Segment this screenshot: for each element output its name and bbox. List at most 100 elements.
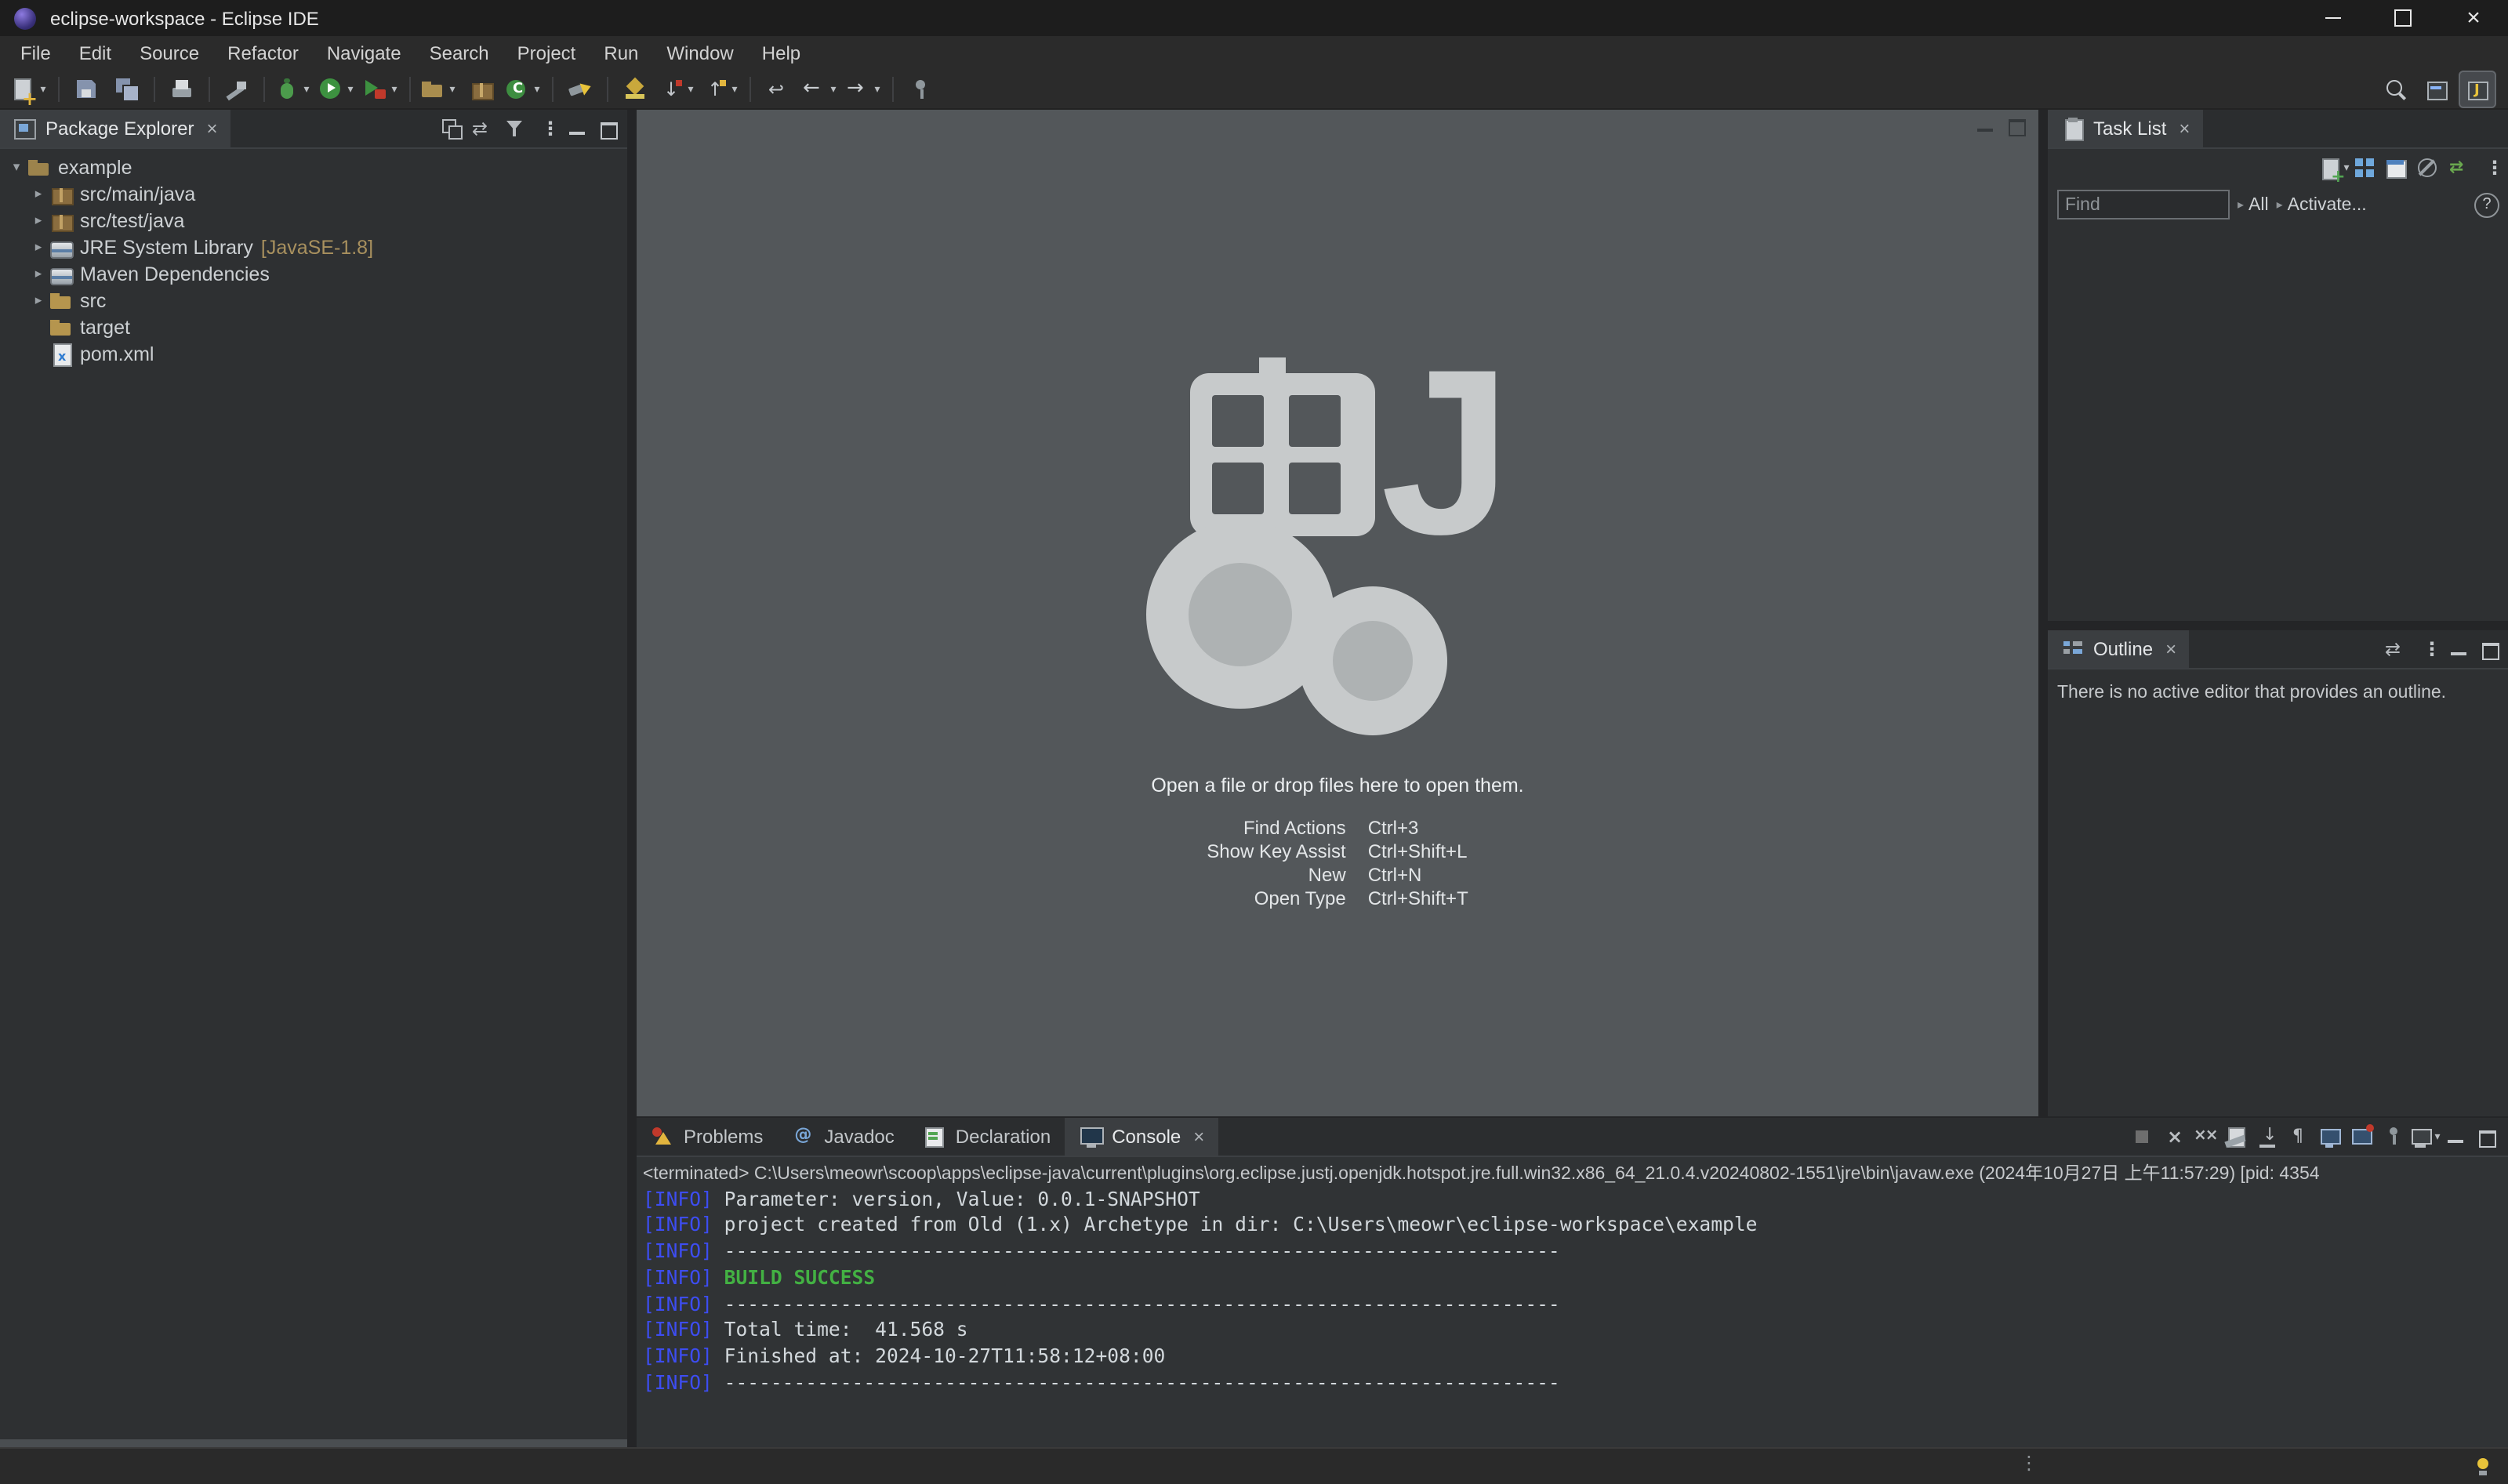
remove-all-terminated-button[interactable] (2189, 1120, 2220, 1152)
close-tab-icon[interactable]: × (1193, 1125, 1204, 1147)
menu-item-window[interactable]: Window (652, 36, 747, 69)
maximize-button[interactable] (2001, 110, 2032, 141)
horizontal-scrollbar[interactable] (0, 1439, 627, 1446)
previous-annotation-button[interactable]: ▾ (701, 70, 742, 107)
close-task-list-icon[interactable]: × (2179, 118, 2190, 140)
synchronize-button[interactable] (2443, 151, 2474, 183)
tab-console[interactable]: Console× (1065, 1117, 1218, 1155)
menu-item-refactor[interactable]: Refactor (213, 36, 313, 69)
new-java-package-button[interactable] (463, 70, 500, 107)
word-wrap-button[interactable] (2283, 1120, 2314, 1152)
clear-console-button[interactable] (2220, 1120, 2252, 1152)
menu-item-search[interactable]: Search (416, 36, 503, 69)
hide-completed-button[interactable] (2412, 151, 2443, 183)
right-horizontal-sash[interactable] (2048, 621, 2508, 630)
expander-icon[interactable]: ▸ (28, 234, 49, 260)
console-output[interactable]: [INFO] Parameter: version, Value: 0.0.1-… (637, 1186, 2508, 1446)
close-outline-icon[interactable]: × (2165, 638, 2176, 660)
package-explorer-tab[interactable]: Package Explorer × (0, 110, 230, 147)
link-with-editor-button[interactable] (2380, 633, 2412, 665)
link-with-editor-button[interactable] (467, 113, 499, 144)
tree-item-maven-dependencies[interactable]: ▸Maven Dependencies (0, 260, 627, 287)
menu-item-source[interactable]: Source (125, 36, 213, 69)
new-task-button[interactable]: ▾ (2317, 151, 2349, 183)
close-package-explorer-icon[interactable]: × (206, 118, 217, 140)
menu-item-run[interactable]: Run (590, 36, 652, 69)
save-button[interactable] (67, 70, 105, 107)
tree-item-src-main-java[interactable]: ▸src/main/java (0, 180, 627, 207)
minimize-button[interactable] (2440, 1120, 2471, 1152)
tab-declaration[interactable]: Declaration (909, 1117, 1065, 1155)
right-sash[interactable] (2038, 110, 2048, 1116)
menu-item-project[interactable]: Project (503, 36, 590, 69)
minimize-button[interactable] (561, 113, 593, 144)
expander-icon[interactable]: ▾ (6, 154, 27, 180)
notifications-button[interactable] (2466, 1450, 2498, 1482)
toggle-mark-occurrences-button[interactable] (616, 70, 654, 107)
maximize-button[interactable] (2471, 1120, 2503, 1152)
minimize-window-button[interactable] (2297, 0, 2368, 36)
show-stdout-button[interactable] (2314, 1120, 2346, 1152)
open-console-button[interactable]: ▾ (2408, 1120, 2440, 1152)
tree-item-example[interactable]: ▾example (0, 154, 627, 180)
terminate-button[interactable] (2126, 1120, 2158, 1152)
pin-editor-button[interactable] (902, 70, 939, 107)
collapse-all-button[interactable] (436, 113, 467, 144)
back-button[interactable]: ▾ (800, 70, 840, 107)
new-wizard-button[interactable]: ▾ (9, 70, 50, 107)
run-dropdown-icon[interactable]: ▾ (345, 82, 356, 95)
tree-item-target[interactable]: target (0, 314, 627, 340)
expander-icon[interactable]: ▸ (28, 260, 49, 287)
forward-dropdown-icon[interactable]: ▾ (872, 82, 883, 95)
java-perspective-button[interactable] (2459, 70, 2496, 107)
tree-item-src-test-java[interactable]: ▸src/test/java (0, 207, 627, 234)
new-java-class-dropdown-icon[interactable]: ▾ (532, 82, 543, 95)
tab-javadoc[interactable]: Javadoc (777, 1117, 908, 1155)
tree-item-jre-system-library[interactable]: ▸JRE System Library[JavaSE-1.8] (0, 234, 627, 260)
activate-control[interactable]: ▸ Activate... (2277, 195, 2367, 214)
save-all-button[interactable] (108, 70, 146, 107)
scroll-lock-button[interactable] (2252, 1120, 2283, 1152)
menu-item-file[interactable]: File (6, 36, 65, 69)
categorized-button[interactable] (2349, 151, 2380, 183)
minimize-button[interactable] (1969, 110, 2001, 141)
run-external-tools-button[interactable]: ▾ (361, 70, 401, 107)
print-button[interactable] (163, 70, 201, 107)
pin-console-button[interactable] (2377, 1120, 2408, 1152)
debug-button[interactable]: ▾ (273, 70, 314, 107)
view-menu-button[interactable] (2412, 633, 2443, 665)
expander-icon[interactable]: ▸ (28, 180, 49, 207)
focus-on-workweek-button[interactable] (2380, 151, 2412, 183)
search-button[interactable] (2377, 70, 2415, 107)
show-stderr-button[interactable] (2346, 1120, 2377, 1152)
new-wizard-dropdown-icon[interactable]: ▾ (38, 82, 49, 95)
outline-tab[interactable]: Outline × (2048, 630, 2189, 668)
minimize-button[interactable] (2443, 633, 2474, 665)
debug-dropdown-icon[interactable]: ▾ (301, 82, 312, 95)
next-annotation-dropdown-icon[interactable]: ▾ (685, 82, 696, 95)
expander-icon[interactable]: ▸ (28, 207, 49, 234)
run-external-tools-dropdown-icon[interactable]: ▾ (389, 82, 400, 95)
open-perspective-button[interactable] (2418, 70, 2455, 107)
filters-button[interactable] (499, 113, 530, 144)
maximize-button[interactable] (593, 113, 624, 144)
last-edit-location-button[interactable] (759, 70, 797, 107)
menu-item-navigate[interactable]: Navigate (313, 36, 416, 69)
search-flashlight-button[interactable] (561, 70, 599, 107)
maximize-button[interactable] (2474, 633, 2506, 665)
build-all-button[interactable] (218, 70, 256, 107)
remove-launch-button[interactable] (2158, 1120, 2189, 1152)
left-sash[interactable] (627, 110, 637, 1446)
menu-item-edit[interactable]: Edit (65, 36, 125, 69)
tree-item-src[interactable]: ▸src (0, 287, 627, 314)
run-button[interactable]: ▾ (317, 70, 358, 107)
forward-button[interactable]: ▾ (844, 70, 884, 107)
next-annotation-button[interactable]: ▾ (657, 70, 698, 107)
scope-all-control[interactable]: ▸ All (2238, 195, 2269, 214)
view-menu-button[interactable] (2474, 151, 2506, 183)
status-drag-handle-icon[interactable] (2020, 1451, 2038, 1473)
new-java-project-dropdown-icon[interactable]: ▾ (447, 82, 458, 95)
menu-item-help[interactable]: Help (748, 36, 815, 69)
close-window-button[interactable]: × (2438, 0, 2508, 36)
tree-item-pom-xml[interactable]: pom.xml (0, 340, 627, 367)
